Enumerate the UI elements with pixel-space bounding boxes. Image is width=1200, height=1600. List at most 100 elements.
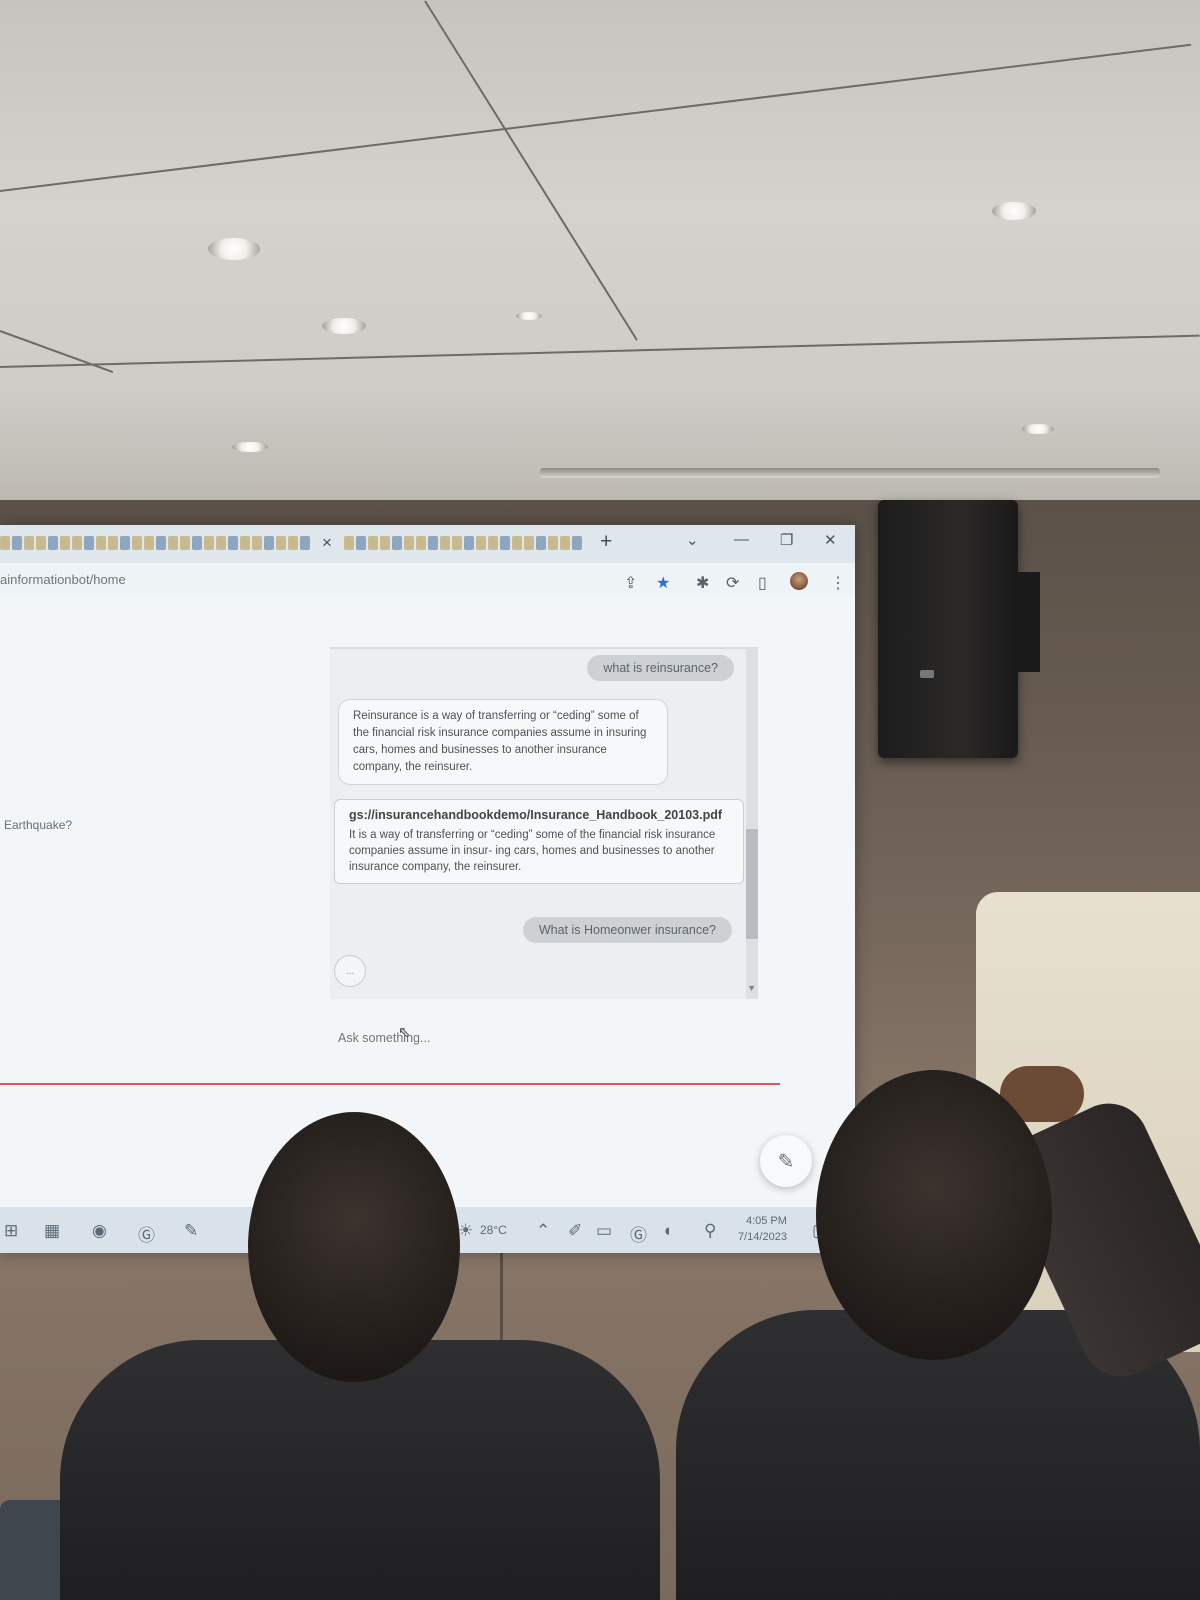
browser-tab[interactable]: [524, 536, 534, 550]
close-window-button[interactable]: ✕: [824, 531, 837, 549]
browser-tab[interactable]: [452, 536, 462, 550]
notes-icon[interactable]: ✎: [184, 1221, 198, 1241]
ask-input[interactable]: [336, 1030, 640, 1046]
browser-tab[interactable]: [72, 536, 82, 550]
file-explorer-icon[interactable]: ▦: [44, 1221, 60, 1241]
browser-tab[interactable]: [144, 536, 154, 550]
browser-tab[interactable]: [356, 536, 366, 550]
browser-tab[interactable]: [120, 536, 130, 550]
speaker-logo: [920, 670, 934, 678]
browser-tab[interactable]: [96, 536, 106, 550]
browser-tab[interactable]: [488, 536, 498, 550]
chat-scrollbar[interactable]: ▼: [746, 649, 758, 999]
person-left-head: [248, 1112, 460, 1382]
star-icon[interactable]: ★: [656, 573, 670, 593]
mouse-cursor-icon: ⇖: [398, 1024, 411, 1041]
browser-tab[interactable]: [108, 536, 118, 550]
url-text[interactable]: ainformationbot/home: [0, 572, 126, 587]
browser-tab[interactable]: [24, 536, 34, 550]
sidebar-icon[interactable]: ▯: [758, 573, 767, 593]
browser-tab[interactable]: [204, 536, 214, 550]
browser-tab[interactable]: [288, 536, 298, 550]
weather-icon[interactable]: ☀: [458, 1221, 473, 1241]
minimize-button[interactable]: —: [734, 531, 749, 548]
browser-tab[interactable]: [380, 536, 390, 550]
browser-tab[interactable]: [560, 536, 570, 550]
browser-tab[interactable]: [572, 536, 582, 550]
new-tab-button[interactable]: +: [600, 530, 612, 554]
browser-tab[interactable]: [84, 536, 94, 550]
sidebar-question[interactable]: Earthquake?: [4, 818, 72, 832]
app-content: Earthquake? what is reinsurance? Reinsur…: [0, 597, 855, 1207]
ceiling-seam: [424, 0, 638, 341]
pen-tray-icon[interactable]: ✐: [568, 1221, 582, 1241]
browser-tab[interactable]: [548, 536, 558, 550]
browser-tab[interactable]: [536, 536, 546, 550]
google-icon[interactable]: Ⓖ: [138, 1221, 155, 1246]
browser-tab[interactable]: [404, 536, 414, 550]
browser-tab[interactable]: [252, 536, 262, 550]
scrollbar-thumb[interactable]: [746, 829, 758, 939]
browser-tab[interactable]: [300, 536, 310, 550]
browser-tab[interactable]: [476, 536, 486, 550]
browser-tab[interactable]: [180, 536, 190, 550]
ceiling-seam: [0, 334, 1200, 368]
browser-tab[interactable]: [440, 536, 450, 550]
browser-tab[interactable]: [464, 536, 474, 550]
share-icon[interactable]: ⇪: [624, 573, 637, 593]
browser-tab[interactable]: [392, 536, 402, 550]
scroll-down-icon[interactable]: ▼: [747, 983, 756, 993]
sync-icon[interactable]: ⟳: [726, 573, 739, 593]
kebab-menu-icon[interactable]: ⋮: [830, 573, 846, 593]
restore-button[interactable]: ❐: [780, 531, 793, 549]
typing-indicator: ...: [334, 955, 366, 987]
ceiling-seam: [0, 43, 1192, 192]
tab-strip-left[interactable]: [0, 536, 310, 552]
browser-tab[interactable]: [60, 536, 70, 550]
close-tab-icon[interactable]: ×: [322, 533, 332, 553]
speaker-mount: [1016, 572, 1040, 672]
clock-date: 7/14/2023: [738, 1231, 787, 1243]
tray-chevron-icon[interactable]: ⌃: [536, 1221, 550, 1241]
profile-avatar[interactable]: [790, 572, 808, 590]
source-citation-card[interactable]: gs://insurancehandbookdemo/Insurance_Han…: [334, 799, 744, 884]
browser-tab[interactable]: [192, 536, 202, 550]
browser-tab[interactable]: [428, 536, 438, 550]
browser-tab[interactable]: [368, 536, 378, 550]
browser-tab[interactable]: [168, 536, 178, 550]
wall-speaker: [878, 500, 1018, 758]
browser-tab[interactable]: [228, 536, 238, 550]
tab-strip-right[interactable]: [344, 536, 582, 552]
ceiling-light: [516, 312, 542, 320]
browser-tab[interactable]: [240, 536, 250, 550]
browser-tab[interactable]: [0, 536, 10, 550]
edit-pencil-icon[interactable]: ✎: [760, 1135, 812, 1187]
browser-tab[interactable]: [156, 536, 166, 550]
browser-tab[interactable]: [500, 536, 510, 550]
tab-search-icon[interactable]: ⌄: [686, 531, 699, 549]
extensions-icon[interactable]: ✱: [696, 573, 709, 593]
browser-tab[interactable]: [12, 536, 22, 550]
weather-temperature[interactable]: 28°C: [480, 1223, 507, 1237]
browser-tab[interactable]: [512, 536, 522, 550]
address-bar: ainformationbot/home ⇪ ★ ✱ ⟳ ▯ ⋮: [0, 563, 855, 597]
source-path[interactable]: gs://insurancehandbookdemo/Insurance_Han…: [349, 808, 729, 822]
network-icon[interactable]: ▭: [596, 1221, 612, 1241]
wifi-icon[interactable]: ⚲: [704, 1221, 716, 1241]
projection-screen: × + ⌄ — ❐ ✕ ainformationbot/home ⇪ ★ ✱ ⟳…: [0, 525, 855, 1253]
google-tray-icon[interactable]: Ⓖ: [630, 1221, 647, 1246]
browser-tab[interactable]: [264, 536, 274, 550]
ceiling-light: [322, 318, 366, 334]
browser-tab[interactable]: [416, 536, 426, 550]
task-view-icon[interactable]: ⊞: [4, 1221, 18, 1241]
browser-tab[interactable]: [344, 536, 354, 550]
taskbar-clock[interactable]: 4:05 PM 7/14/2023: [738, 1213, 787, 1245]
volume-icon[interactable]: ◖: [662, 1221, 672, 1241]
browser-tab[interactable]: [132, 536, 142, 550]
browser-tab[interactable]: [276, 536, 286, 550]
bot-message: Reinsurance is a way of transferring or …: [338, 699, 668, 785]
browser-tab[interactable]: [48, 536, 58, 550]
browser-tab[interactable]: [216, 536, 226, 550]
browser-tab[interactable]: [36, 536, 46, 550]
chrome-icon[interactable]: ◉: [92, 1221, 107, 1241]
